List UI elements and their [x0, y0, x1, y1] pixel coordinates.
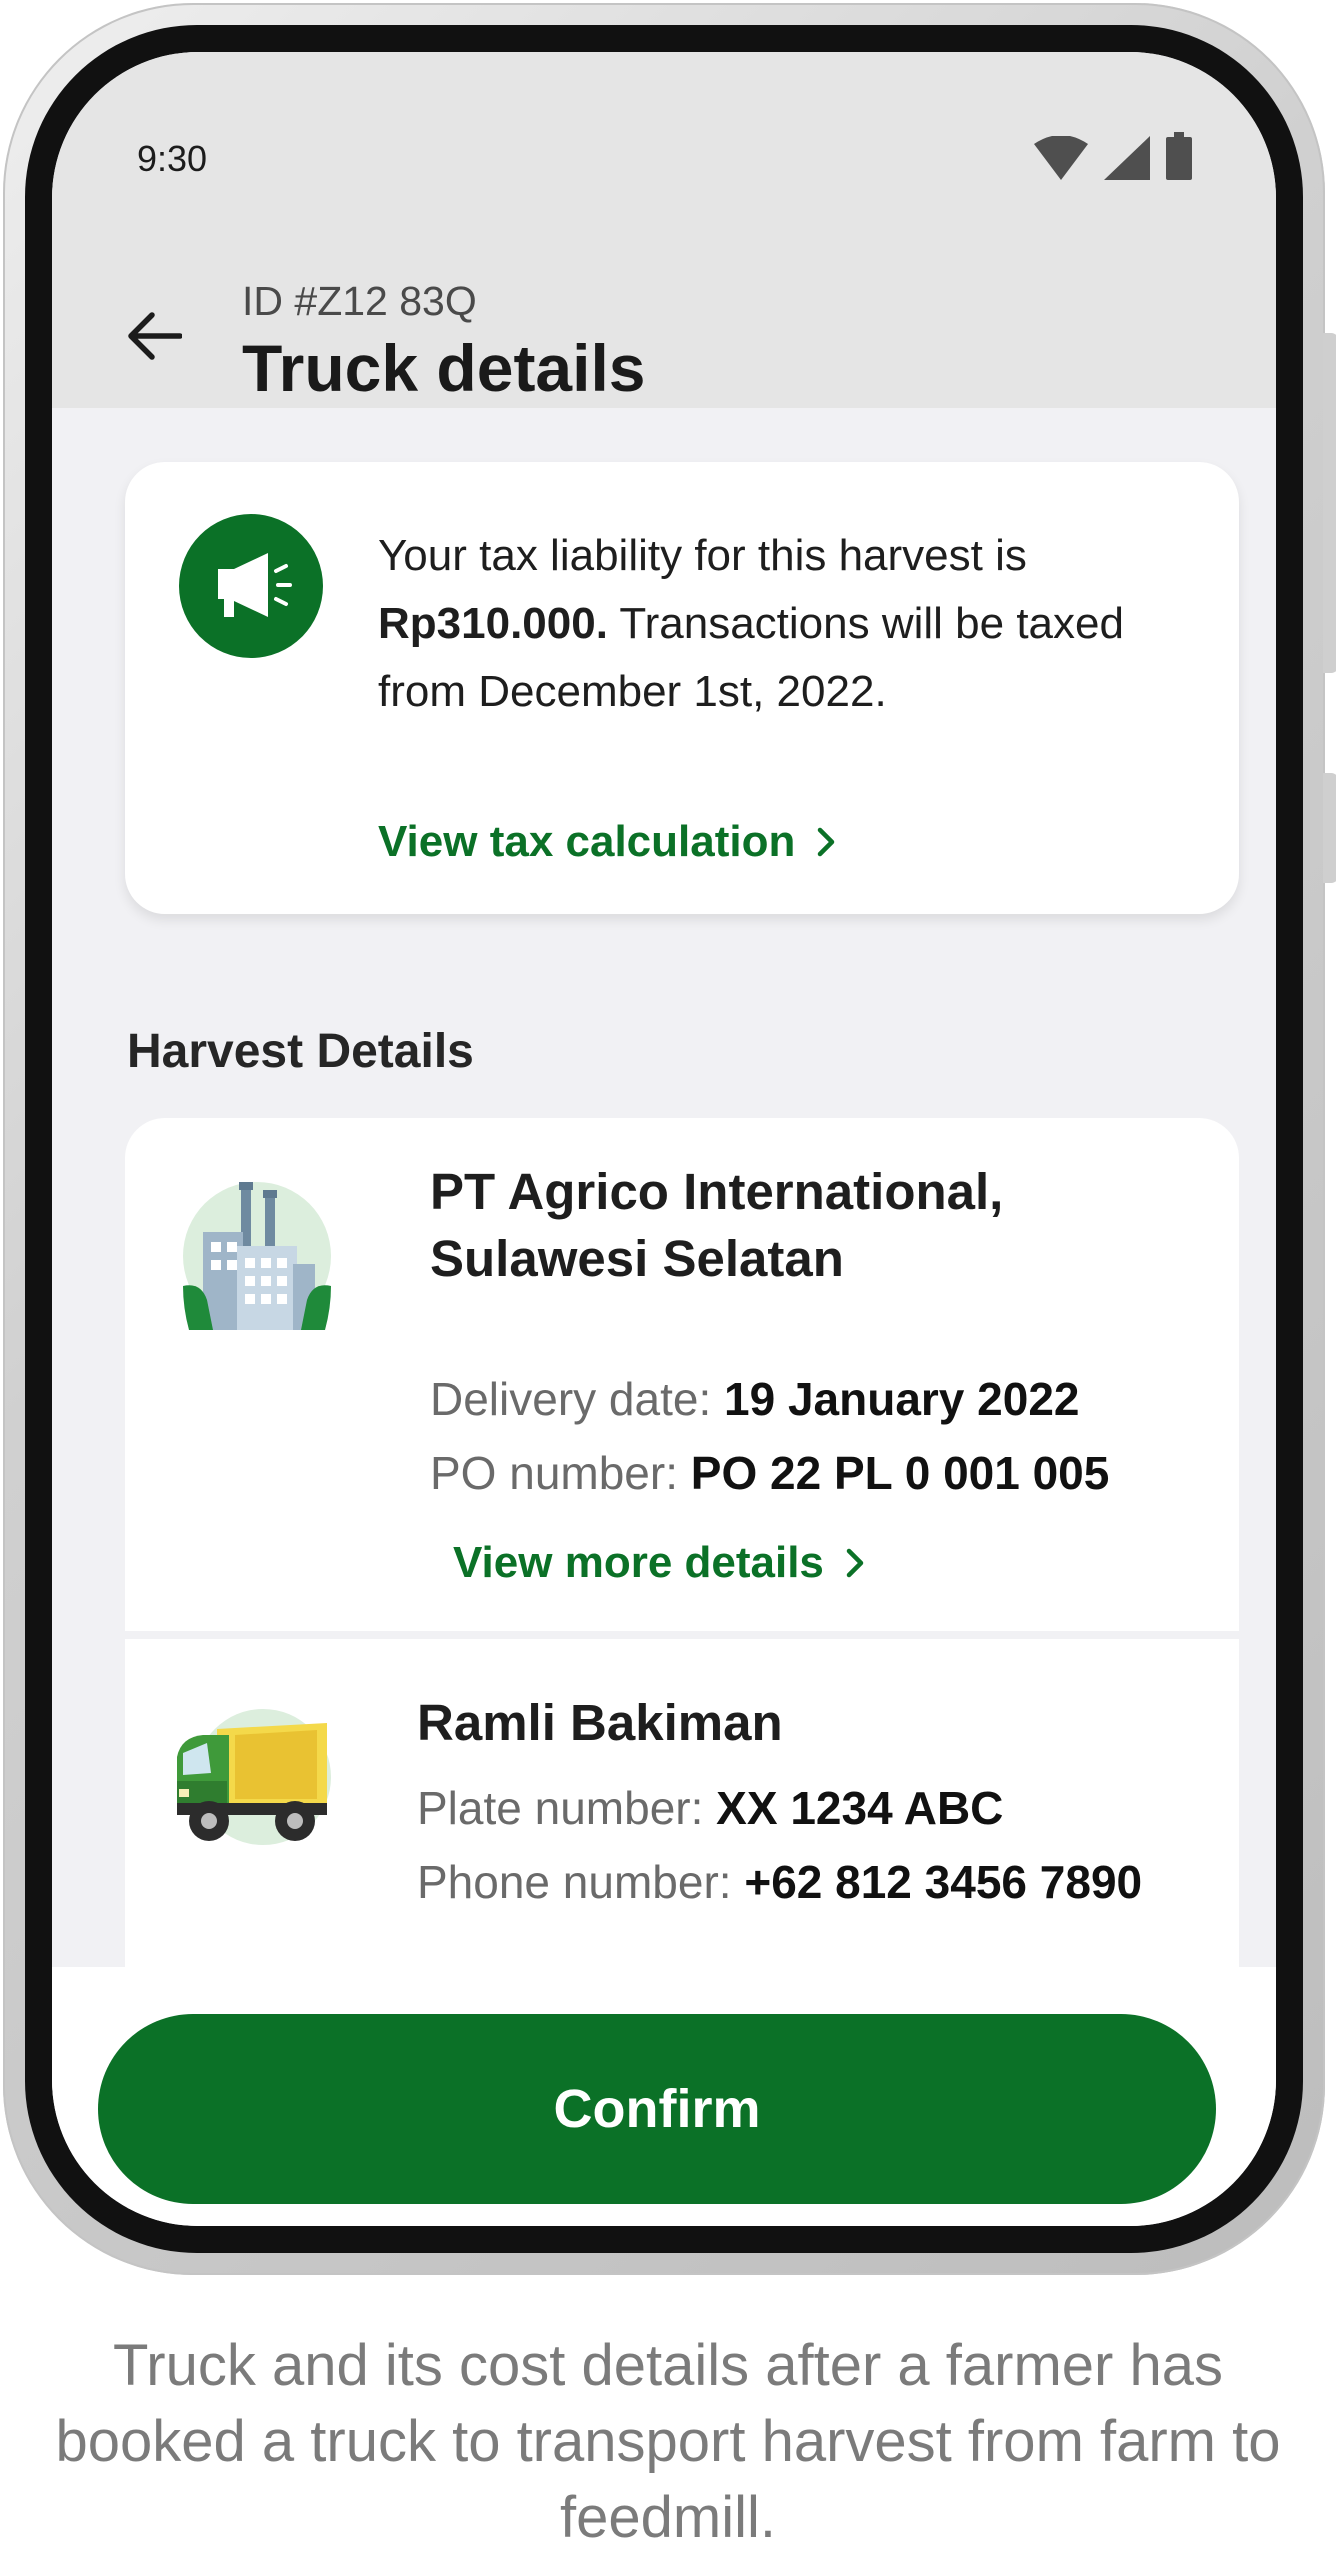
view-more-details-link[interactable]: View more details	[453, 1538, 864, 1588]
plate-number-value: XX 1234 ABC	[716, 1782, 1004, 1834]
arrow-left-icon	[128, 312, 182, 360]
company-name-line2: Sulawesi Selatan	[430, 1230, 844, 1287]
driver-card: Ramli Bakiman Plate number: XX 1234 ABC …	[125, 1639, 1239, 1979]
screen: 9:30 ID #Z12 83Q Truck details Your tax …	[52, 52, 1276, 2226]
confirm-button[interactable]: Confirm	[98, 2014, 1216, 2204]
power-button	[1323, 773, 1336, 883]
po-number-value: PO 22 PL 0 001 005	[690, 1447, 1110, 1499]
delivery-date-value: 19 January 2022	[724, 1373, 1080, 1425]
phone-bezel: 9:30 ID #Z12 83Q Truck details Your tax …	[25, 25, 1303, 2253]
phone-number-label: Phone number:	[417, 1856, 732, 1908]
view-tax-calculation-label: View tax calculation	[378, 817, 796, 866]
battery-icon	[1166, 132, 1192, 180]
plate-number: Plate number: XX 1234 ABC	[417, 1781, 1003, 1835]
bottom-action-bar: Confirm	[52, 1967, 1276, 2226]
section-title: Harvest Details	[127, 1025, 474, 1078]
wifi-icon	[1034, 136, 1088, 180]
po-number-label: PO number:	[430, 1447, 678, 1499]
delivery-date-label: Delivery date:	[430, 1373, 712, 1425]
volume-button	[1323, 333, 1336, 673]
tax-notice-text: Your tax liability for this harvest is R…	[378, 522, 1198, 726]
chevron-right-icon	[818, 827, 835, 857]
tax-amount: Rp310.000.	[378, 599, 608, 648]
company-name-line1: PT Agrico International,	[430, 1163, 1004, 1220]
megaphone-icon	[179, 514, 323, 658]
signal-icon	[1104, 136, 1150, 180]
phone-number: Phone number: +62 812 3456 7890	[417, 1855, 1142, 1909]
truck-icon	[177, 1709, 331, 1845]
phone-frame: 9:30 ID #Z12 83Q Truck details Your tax …	[3, 3, 1336, 2275]
view-more-details-label: View more details	[453, 1538, 824, 1587]
back-button[interactable]	[114, 296, 194, 376]
tax-notice-card: Your tax liability for this harvest is R…	[125, 462, 1239, 914]
harvest-card: PT Agrico International, Sulawesi Selata…	[125, 1118, 1239, 1631]
plate-number-label: Plate number:	[417, 1782, 704, 1834]
delivery-date: Delivery date: 19 January 2022	[430, 1372, 1080, 1426]
view-tax-calculation-link[interactable]: View tax calculation	[378, 817, 835, 867]
company-name: PT Agrico International, Sulawesi Selata…	[430, 1158, 1003, 1292]
status-icons	[1034, 132, 1192, 180]
chevron-right-icon	[846, 1548, 864, 1578]
tax-notice-line1: Your tax liability for this harvest is	[378, 531, 1027, 580]
phone-number-value[interactable]: +62 812 3456 7890	[744, 1856, 1142, 1908]
driver-name: Ramli Bakiman	[417, 1694, 783, 1751]
po-number: PO number: PO 22 PL 0 001 005	[430, 1446, 1109, 1500]
caption: Truck and its cost details after a farme…	[55, 2333, 1281, 2550]
truck-id: ID #Z12 83Q	[242, 278, 477, 324]
page-title: Truck details	[242, 331, 646, 405]
app-bar: 9:30 ID #Z12 83Q Truck details	[52, 52, 1276, 408]
factory-icon	[183, 1182, 331, 1330]
status-time: 9:30	[137, 138, 208, 179]
